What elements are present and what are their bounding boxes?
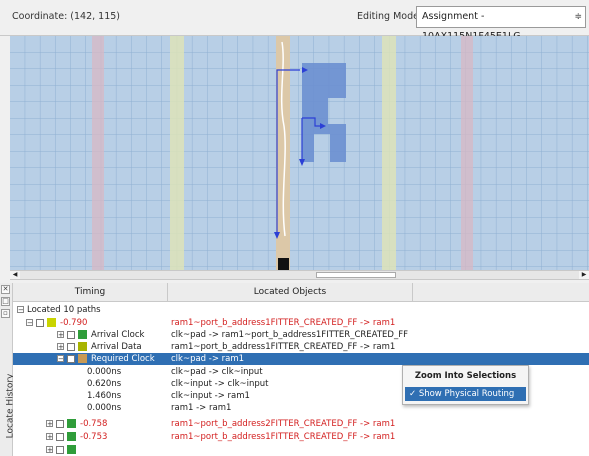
select-arrows-icon: ≑ xyxy=(574,12,582,22)
path-color-swatch xyxy=(78,354,87,363)
chip-planner-toolbar: Coordinate: (142, 115) Editing Mode: Ass… xyxy=(0,0,589,42)
column-yellow-2 xyxy=(382,36,396,270)
expand-icon[interactable]: + xyxy=(46,433,53,441)
expand-icon[interactable]: + xyxy=(46,446,53,454)
column-pink-1 xyxy=(92,36,104,270)
scroll-left-button[interactable]: ◀ xyxy=(10,271,20,279)
path-color-swatch xyxy=(47,318,56,327)
arrival-clock-row[interactable]: + Arrival Clock clk~pad -> ram1~port_b_ad… xyxy=(13,329,589,341)
timing-label: Required Clock xyxy=(91,354,155,364)
path-row-3[interactable]: + -0.753 ram1~port_b_address1FITTER_CREAT… xyxy=(13,431,589,443)
located-object: ram1~port_b_address1FITTER_CREATED_FF ->… xyxy=(171,342,396,352)
context-menu: Zoom Into Selections ✓ Show Physical Rou… xyxy=(402,365,529,405)
slack-value: -0.790 xyxy=(60,318,88,328)
required-clock-row[interactable]: − Required Clock clk~pad -> ram1 xyxy=(13,353,589,365)
located-object: ram1~port_b_address1FITTER_CREATED_FF ->… xyxy=(171,432,396,442)
located-object: clk~pad -> ram1 xyxy=(171,354,245,364)
delay-value: 0.000ns xyxy=(87,403,122,413)
timing-label: Arrival Data xyxy=(91,342,142,352)
column-yellow-1 xyxy=(170,36,184,270)
delay-value: 0.000ns xyxy=(87,367,122,377)
zoom-into-selections-item[interactable]: Zoom Into Selections xyxy=(403,368,528,384)
timing-column-header[interactable]: Timing xyxy=(13,283,168,301)
delay-value: 1.460ns xyxy=(87,391,122,401)
chip-map-view[interactable] xyxy=(10,36,589,270)
root-label: Located 10 paths xyxy=(27,305,101,315)
slack-value: -0.758 xyxy=(80,419,108,429)
collapse-icon[interactable]: − xyxy=(26,319,33,327)
arrival-data-row[interactable]: + Arrival Data ram1~port_b_address1FITTER… xyxy=(13,341,589,353)
timing-label: Arrival Clock xyxy=(91,330,145,340)
path-color-swatch xyxy=(67,419,76,428)
path-checkbox[interactable] xyxy=(67,330,75,339)
close-panel-button[interactable]: ✕ xyxy=(1,285,10,294)
checkmark-icon: ✓ xyxy=(409,389,417,399)
path-color-swatch xyxy=(67,432,76,441)
path-checkbox[interactable] xyxy=(56,419,64,428)
tree-root-row[interactable]: − Located 10 paths xyxy=(13,304,589,316)
map-horizontal-scrollbar[interactable]: ◀ ▶ xyxy=(10,270,589,280)
show-physical-routing-label: Show Physical Routing xyxy=(418,389,515,399)
expand-icon[interactable]: + xyxy=(57,343,64,351)
path-row-1[interactable]: − -0.790 ram1~port_b_address1FITTER_CREAT… xyxy=(13,317,589,329)
collapse-icon[interactable]: − xyxy=(57,355,64,363)
coordinate-readout: Coordinate: (142, 115) xyxy=(12,11,121,22)
clock-pin-block xyxy=(278,258,289,270)
path-checkbox[interactable] xyxy=(67,354,75,363)
expand-icon[interactable]: + xyxy=(57,331,64,339)
editing-mode-label: Editing Mode: xyxy=(357,11,423,22)
located-object: clk~input -> ram1 xyxy=(171,391,250,401)
path-row-2[interactable]: + -0.758 ram1~port_b_address2FITTER_CREAT… xyxy=(13,418,589,430)
located-object: ram1 -> ram1 xyxy=(171,403,232,413)
located-object: clk~pad -> ram1~port_b_address1FITTER_CR… xyxy=(171,330,408,340)
located-object: clk~pad -> clk~input xyxy=(171,367,263,377)
delay-value: 0.620ns xyxy=(87,379,122,389)
path-checkbox[interactable] xyxy=(56,445,64,454)
column-pink-2 xyxy=(461,36,473,270)
locate-history-sidebar: ✕ □ ▫ Locate History xyxy=(0,283,15,456)
path-color-swatch xyxy=(78,342,87,351)
editing-mode-select[interactable]: Assignment - 10AX115N1F45E1LG ≑ xyxy=(416,6,586,42)
expand-icon[interactable]: + xyxy=(46,420,53,428)
scroll-thumb[interactable] xyxy=(316,272,396,278)
panel-pin-button[interactable]: ▫ xyxy=(1,309,10,318)
path-checkbox[interactable] xyxy=(36,318,44,327)
chip-map-canvas xyxy=(10,36,589,270)
show-physical-routing-item[interactable]: ✓ Show Physical Routing xyxy=(405,387,526,401)
path-color-swatch xyxy=(67,445,76,454)
collapse-icon[interactable]: − xyxy=(17,306,24,314)
scroll-right-button[interactable]: ▶ xyxy=(579,271,589,279)
panel-option-button[interactable]: □ xyxy=(1,297,10,306)
located-object: ram1~port_b_address2FITTER_CREATED_FF ->… xyxy=(171,419,396,429)
located-object: clk~input -> clk~input xyxy=(171,379,269,389)
located-object: ram1~port_b_address1FITTER_CREATED_FF ->… xyxy=(171,318,396,328)
path-row-partial[interactable]: + xyxy=(13,444,589,456)
path-checkbox[interactable] xyxy=(56,432,64,441)
located-objects-column-header[interactable]: Located Objects xyxy=(168,283,413,301)
slack-value: -0.753 xyxy=(80,432,108,442)
path-checkbox[interactable] xyxy=(67,342,75,351)
table-header: Timing Located Objects xyxy=(13,283,589,302)
path-color-swatch xyxy=(78,330,87,339)
